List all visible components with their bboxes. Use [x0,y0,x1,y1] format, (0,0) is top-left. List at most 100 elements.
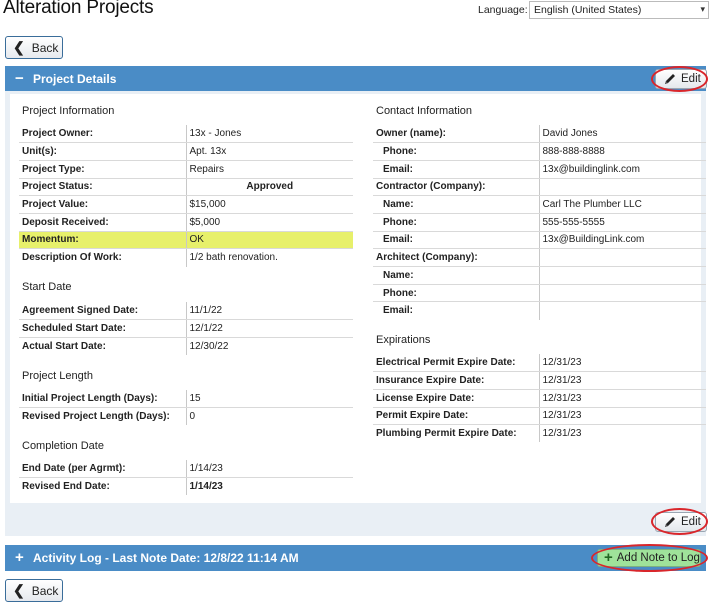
row-label: License Expire Date: [373,389,539,408]
table-row: Contractor (Company): [373,178,706,197]
table-row: End Date (per Agrmt): 1/14/23 [19,460,353,479]
row-label: Phone: [373,142,539,161]
row-value [538,301,706,320]
table-row: Project Type: Repairs [19,160,353,179]
row-label: Phone: [373,284,539,303]
row-value: 12/31/23 [538,424,706,443]
row-value: 12/31/23 [538,407,706,426]
row-label: Deposit Received: [19,213,186,232]
collapse-icon[interactable]: − [15,70,24,87]
row-value: 888-888-8888 [538,142,706,161]
add-note-button-label: Add Note to Log [616,552,700,564]
row-value: 13x - Jones [185,125,353,144]
back-button[interactable]: ❮ Back [5,36,63,59]
table-row: Scheduled Start Date: 12/1/22 [19,319,353,338]
project-length-title: Project Length [22,370,93,382]
row-value: 13x@buildinglink.com [538,160,706,179]
table-row: Owner (name): David Jones [373,125,706,144]
row-label: Description Of Work: [22,252,122,264]
row-label: Project Type: [19,160,186,179]
contact-information-title: Contact Information [376,105,472,117]
table-row: Phone: 888-888-8888 [373,142,706,161]
row-label: Scheduled Start Date: [19,319,186,338]
pencil-icon [665,74,675,84]
start-date-title: Start Date [22,281,72,293]
table-row: License Expire Date: 12/31/23 [373,389,706,408]
table-row: Email: 13x@BuildingLink.com [373,231,706,250]
language-label: Language: [478,4,528,16]
project-details-header[interactable]: − Project Details [5,66,706,91]
row-label: Phone: [373,213,539,232]
row-label: Owner (name): [373,125,539,144]
back-button-label: Back [31,583,59,598]
add-note-button[interactable]: + Add Note to Log [597,549,701,567]
row-label: Initial Project Length (Days): [19,390,186,409]
row-value: 12/31/23 [538,354,706,373]
row-value: 12/30/22 [185,337,353,356]
project-length-table: Initial Project Length (Days): 15 Revised… [19,390,353,426]
edit-button-label: Edit [681,516,701,528]
row-value [538,266,706,285]
row-label: Insurance Expire Date: [373,371,539,390]
row-label: Name: [373,195,539,214]
table-row: Initial Project Length (Days): 15 [19,390,353,409]
row-label: Revised Project Length (Days): [22,411,170,423]
table-row: Project Owner: 13x - Jones [19,125,353,144]
start-date-table: Agreement Signed Date: 11/1/22 Scheduled … [19,302,353,356]
row-value: 1/14/23 [185,460,353,479]
project-information-title: Project Information [22,105,115,117]
edit-button-bottom[interactable]: Edit [655,512,707,532]
language-select[interactable]: English (United States) ▾ [529,1,709,19]
chevron-down-icon: ▾ [700,4,705,14]
row-value: David Jones [538,125,706,144]
table-row: Email: [373,301,706,320]
chevron-left-icon: ❮ [13,582,25,598]
row-value: 12/31/23 [538,389,706,408]
row-label: Project Status: [19,178,186,197]
row-value: 15 [185,390,353,409]
row-value: 1/2 bath renovation. [185,248,353,267]
row-value: 12/31/23 [538,371,706,390]
row-label: Email: [373,231,539,250]
pencil-icon [665,517,675,527]
row-value [538,248,706,267]
back-button-bottom[interactable]: ❮ Back [5,579,63,602]
row-value: 0 [185,407,353,426]
table-row: Permit Expire Date: 12/31/23 [373,407,706,426]
row-label: Actual Start Date: [22,340,106,352]
table-row: Insurance Expire Date: 12/31/23 [373,371,706,390]
back-button-label: Back [31,40,59,55]
table-row: Phone: 555-555-5555 [373,213,706,232]
edit-button-top[interactable]: Edit [655,69,707,89]
table-row: Name: Carl The Plumber LLC [373,195,706,214]
table-row: Unit(s): Apt. 13x [19,142,353,161]
table-row: Agreement Signed Date: 11/1/22 [19,302,353,321]
row-label: Email: [383,305,414,317]
row-value [538,284,706,303]
momentum-row-highlighted: Momentum: OK [19,231,353,250]
row-label: Permit Expire Date: [373,407,539,426]
table-row: Architect (Company): [373,248,706,267]
expand-icon[interactable]: + [15,549,24,566]
edit-button-label: Edit [681,73,701,85]
row-label: Project Owner: [19,125,186,144]
project-information-table: Project Owner: 13x - Jones Unit(s): Apt. 1… [19,125,353,267]
row-label: Contractor (Company): [373,178,539,197]
row-value: Repairs [185,160,353,179]
completion-date-table: End Date (per Agrmt): 1/14/23 Revised End… [19,460,353,496]
row-value: $15,000 [185,195,353,214]
row-label: Momentum: [19,231,186,250]
row-label: Project Value: [19,195,186,214]
row-value: 555-555-5555 [538,213,706,232]
plus-icon: + [604,549,613,566]
language-select-value: English (United States) [534,4,642,16]
table-row: Project Value: $15,000 [19,195,353,214]
row-value: $5,000 [185,213,353,232]
row-value [538,178,706,197]
row-label: Agreement Signed Date: [19,302,186,321]
row-label: Revised End Date: [22,481,110,493]
chevron-left-icon: ❮ [13,39,25,55]
expirations-title: Expirations [376,334,431,346]
row-value: OK [185,231,353,250]
row-label: Unit(s): [19,142,186,161]
